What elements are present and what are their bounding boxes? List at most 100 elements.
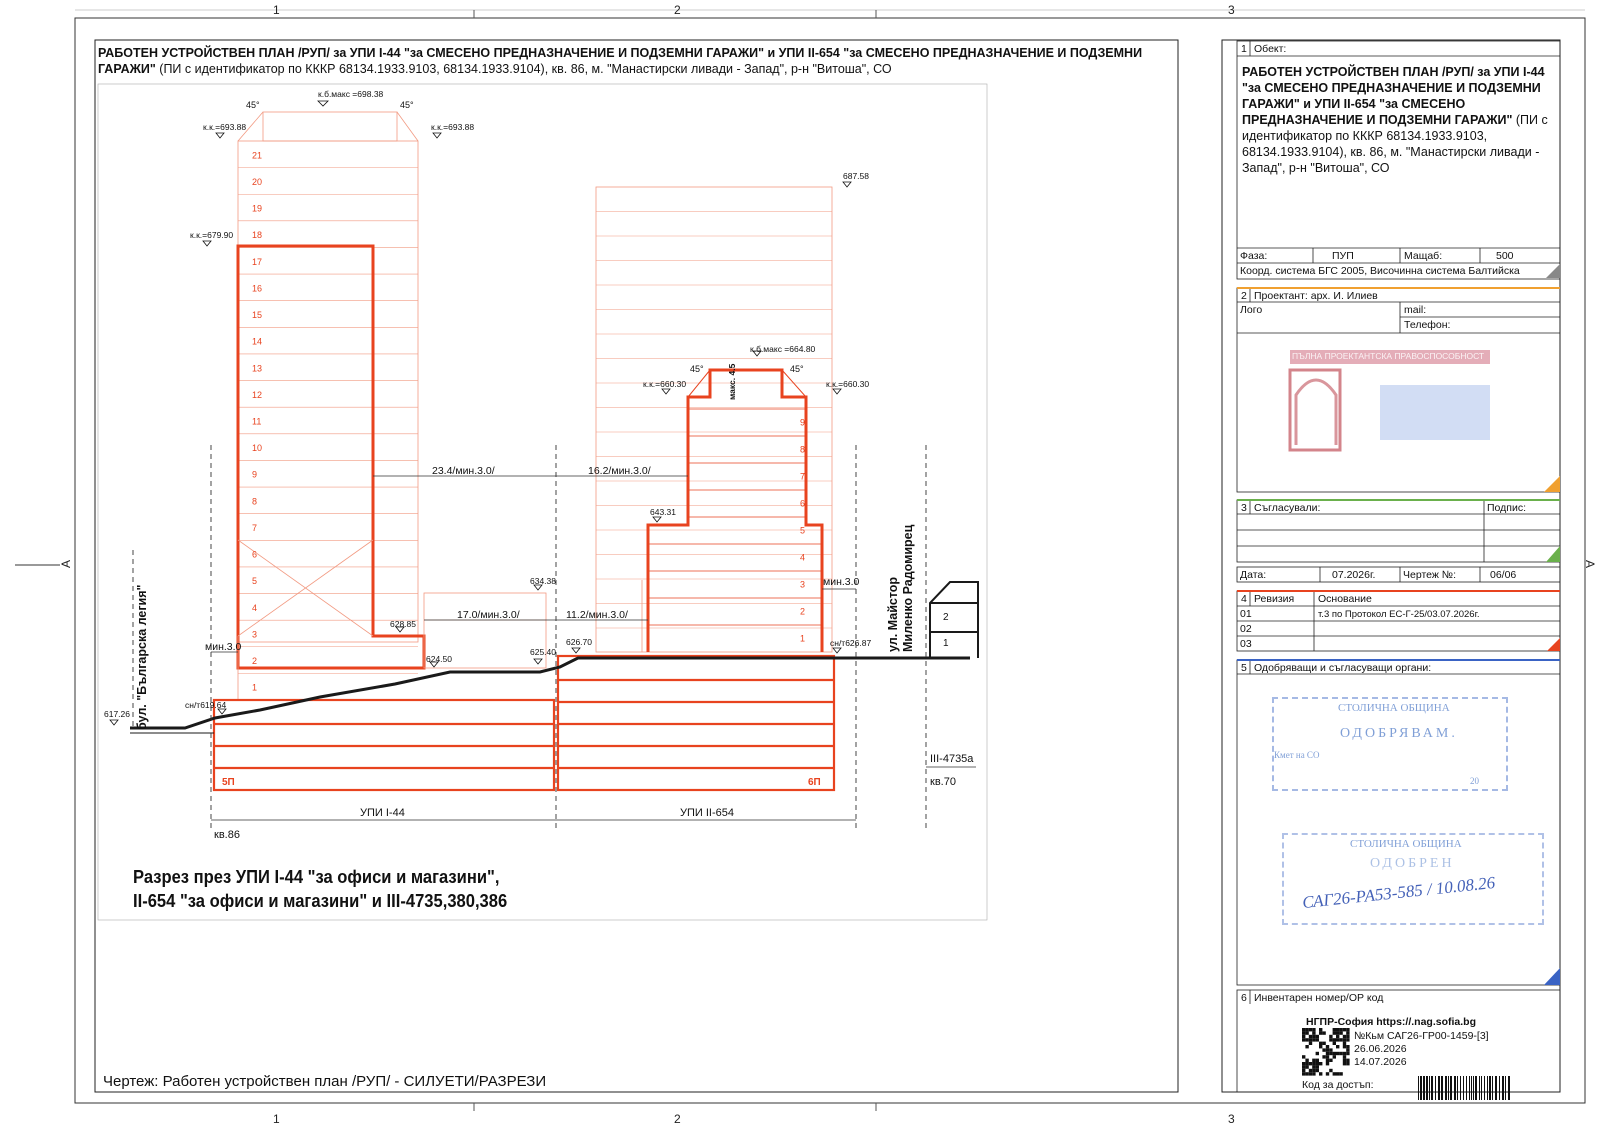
barcode-bar [1471, 1076, 1472, 1100]
qr-module [1332, 1051, 1336, 1056]
tb-object-label: Обект: [1254, 43, 1287, 55]
barcode-bar [1423, 1076, 1425, 1100]
qr-module [1315, 1058, 1319, 1062]
tb-coord-system: Коорд. система БГС 2005, Височинна систе… [1240, 265, 1520, 277]
qr-line1: НГПР-София https://.nag.sofia.bg [1306, 1016, 1477, 1028]
level-625: 625.40 [530, 647, 556, 657]
marker-687 [842, 181, 852, 188]
tb-s1-number: 1 [1241, 43, 1247, 55]
neighbor-outline [929, 581, 979, 658]
qr-module [1302, 1034, 1306, 1039]
column-number-2-bottom: 2 [674, 1112, 681, 1126]
b1-floor-number: 13 [252, 363, 262, 373]
qr-module [1329, 1048, 1333, 1052]
barcode-bar [1457, 1076, 1458, 1100]
qr-module [1339, 1072, 1343, 1076]
titleblock-lines [1236, 40, 1561, 1093]
qr-module [1346, 1058, 1350, 1062]
barcode-bar [1487, 1076, 1488, 1100]
qr-module [1305, 1038, 1309, 1042]
qr-module [1336, 1045, 1340, 1049]
marker-660-r [832, 388, 842, 395]
tb-date-label: Дата: [1240, 569, 1267, 581]
column-number-3-bottom: 3 [1228, 1112, 1235, 1126]
tb-basis-label: Основание [1318, 593, 1372, 605]
qr-module [1308, 1068, 1313, 1073]
b1-floor-number: 12 [252, 390, 262, 400]
max-label: макс. 4.5 [727, 363, 737, 400]
qr-module [1302, 1028, 1306, 1032]
qr-module [1336, 1038, 1340, 1042]
column-number-2: 2 [674, 3, 681, 17]
tb-rev-3-num: 03 [1240, 638, 1252, 650]
marker-679 [202, 240, 212, 247]
qr-module [1308, 1041, 1313, 1045]
barcode-bar [1481, 1076, 1482, 1100]
distance-min-right: мин.3.0 [823, 576, 860, 588]
qr-module [1346, 1031, 1350, 1035]
b2-floor-numbers: 9 8 7 6 5 4 3 2 1 [800, 418, 805, 644]
stamp-b-line2: ОДОБРЕН [1370, 856, 1455, 871]
angle-4: 45° [790, 364, 804, 374]
b1-floor-number: 15 [252, 310, 262, 320]
qr-module [1339, 1031, 1343, 1035]
qr-line2: №Кьм САГ26-ГР00-1459-[3] [1354, 1030, 1489, 1042]
tb-phase-value: ПУП [1332, 250, 1354, 262]
tb-rev-1-num: 01 [1240, 608, 1252, 620]
angle-2: 45° [400, 100, 414, 110]
barcode-bar [1484, 1076, 1485, 1100]
drawing-area-frame [97, 83, 988, 921]
b1-floor-number: 19 [252, 204, 262, 214]
level-kk-right-1: к.к.=693.88 [431, 122, 474, 132]
tb-s4-number: 4 [1241, 593, 1247, 605]
b2-floor-number: 1 [800, 634, 805, 644]
plot-upi2: УПИ II-654 [680, 807, 734, 819]
qr-module [1312, 1065, 1316, 1069]
level-628: 628.85 [390, 619, 416, 629]
qr-module [1315, 1034, 1319, 1039]
tb-inventory: Инвентарен номер/ОР код [1254, 992, 1384, 1004]
qr-module [1302, 1031, 1306, 1035]
qr-module [1342, 1034, 1347, 1039]
tb-approving: Одобряващи и съгласуващи органи: [1254, 662, 1432, 674]
qr-module [1336, 1072, 1340, 1076]
corner-green [1546, 546, 1560, 562]
tb-revision-label: Ревизия [1254, 593, 1295, 605]
barcode-bar [1441, 1076, 1443, 1100]
qr-module [1319, 1062, 1323, 1066]
qr-module [1305, 1062, 1309, 1066]
b2-floor-number: 3 [800, 580, 805, 590]
row-letter-right: A [1583, 559, 1598, 569]
tb-sheet-value: 06/06 [1490, 569, 1517, 581]
qr-module [1329, 1051, 1333, 1056]
b1-floor-number: 16 [252, 283, 262, 293]
qr-module [1325, 1058, 1330, 1062]
level-kb-max-1: к.б.макс =698.38 [318, 89, 384, 99]
section-caption-line2: II-654 "за офиси и магазини" и III-4735,… [133, 891, 508, 911]
b2-crown-slope-left [687, 369, 711, 398]
qr-module [1332, 1055, 1336, 1059]
qr-module [1322, 1055, 1326, 1059]
tb-access-code: Код за достъп: [1302, 1079, 1374, 1091]
qr-module [1319, 1045, 1323, 1049]
angle-1: 45° [246, 100, 260, 110]
tb-agreed: Съгласували: [1254, 502, 1321, 514]
qr-module [1315, 1038, 1319, 1042]
qr-module [1312, 1038, 1316, 1042]
b1-floor-number: 5 [252, 576, 257, 586]
level-624: 624.50 [426, 654, 452, 664]
column-number-1: 1 [273, 3, 280, 17]
qr-module [1305, 1031, 1309, 1035]
qr-module [1336, 1051, 1340, 1056]
plot-upi1: УПИ I-44 [360, 807, 405, 819]
b1-crown [262, 111, 398, 142]
barcode-bar [1431, 1076, 1433, 1100]
stamp-a-line1: СТОЛИЧНА ОБЩИНА [1338, 702, 1450, 714]
qr-module [1332, 1031, 1336, 1035]
qr-module [1329, 1034, 1333, 1039]
distance-min-left: мин.3.0 [205, 641, 242, 653]
plot-block70: кв.70 [930, 776, 956, 788]
tb-object-text: РАБОТЕН УСТРОЙСТВЕН ПЛАН /РУП/ за УПИ I-… [1242, 64, 1552, 176]
barcode-bar [1420, 1076, 1422, 1100]
barcode-bar [1445, 1076, 1447, 1100]
